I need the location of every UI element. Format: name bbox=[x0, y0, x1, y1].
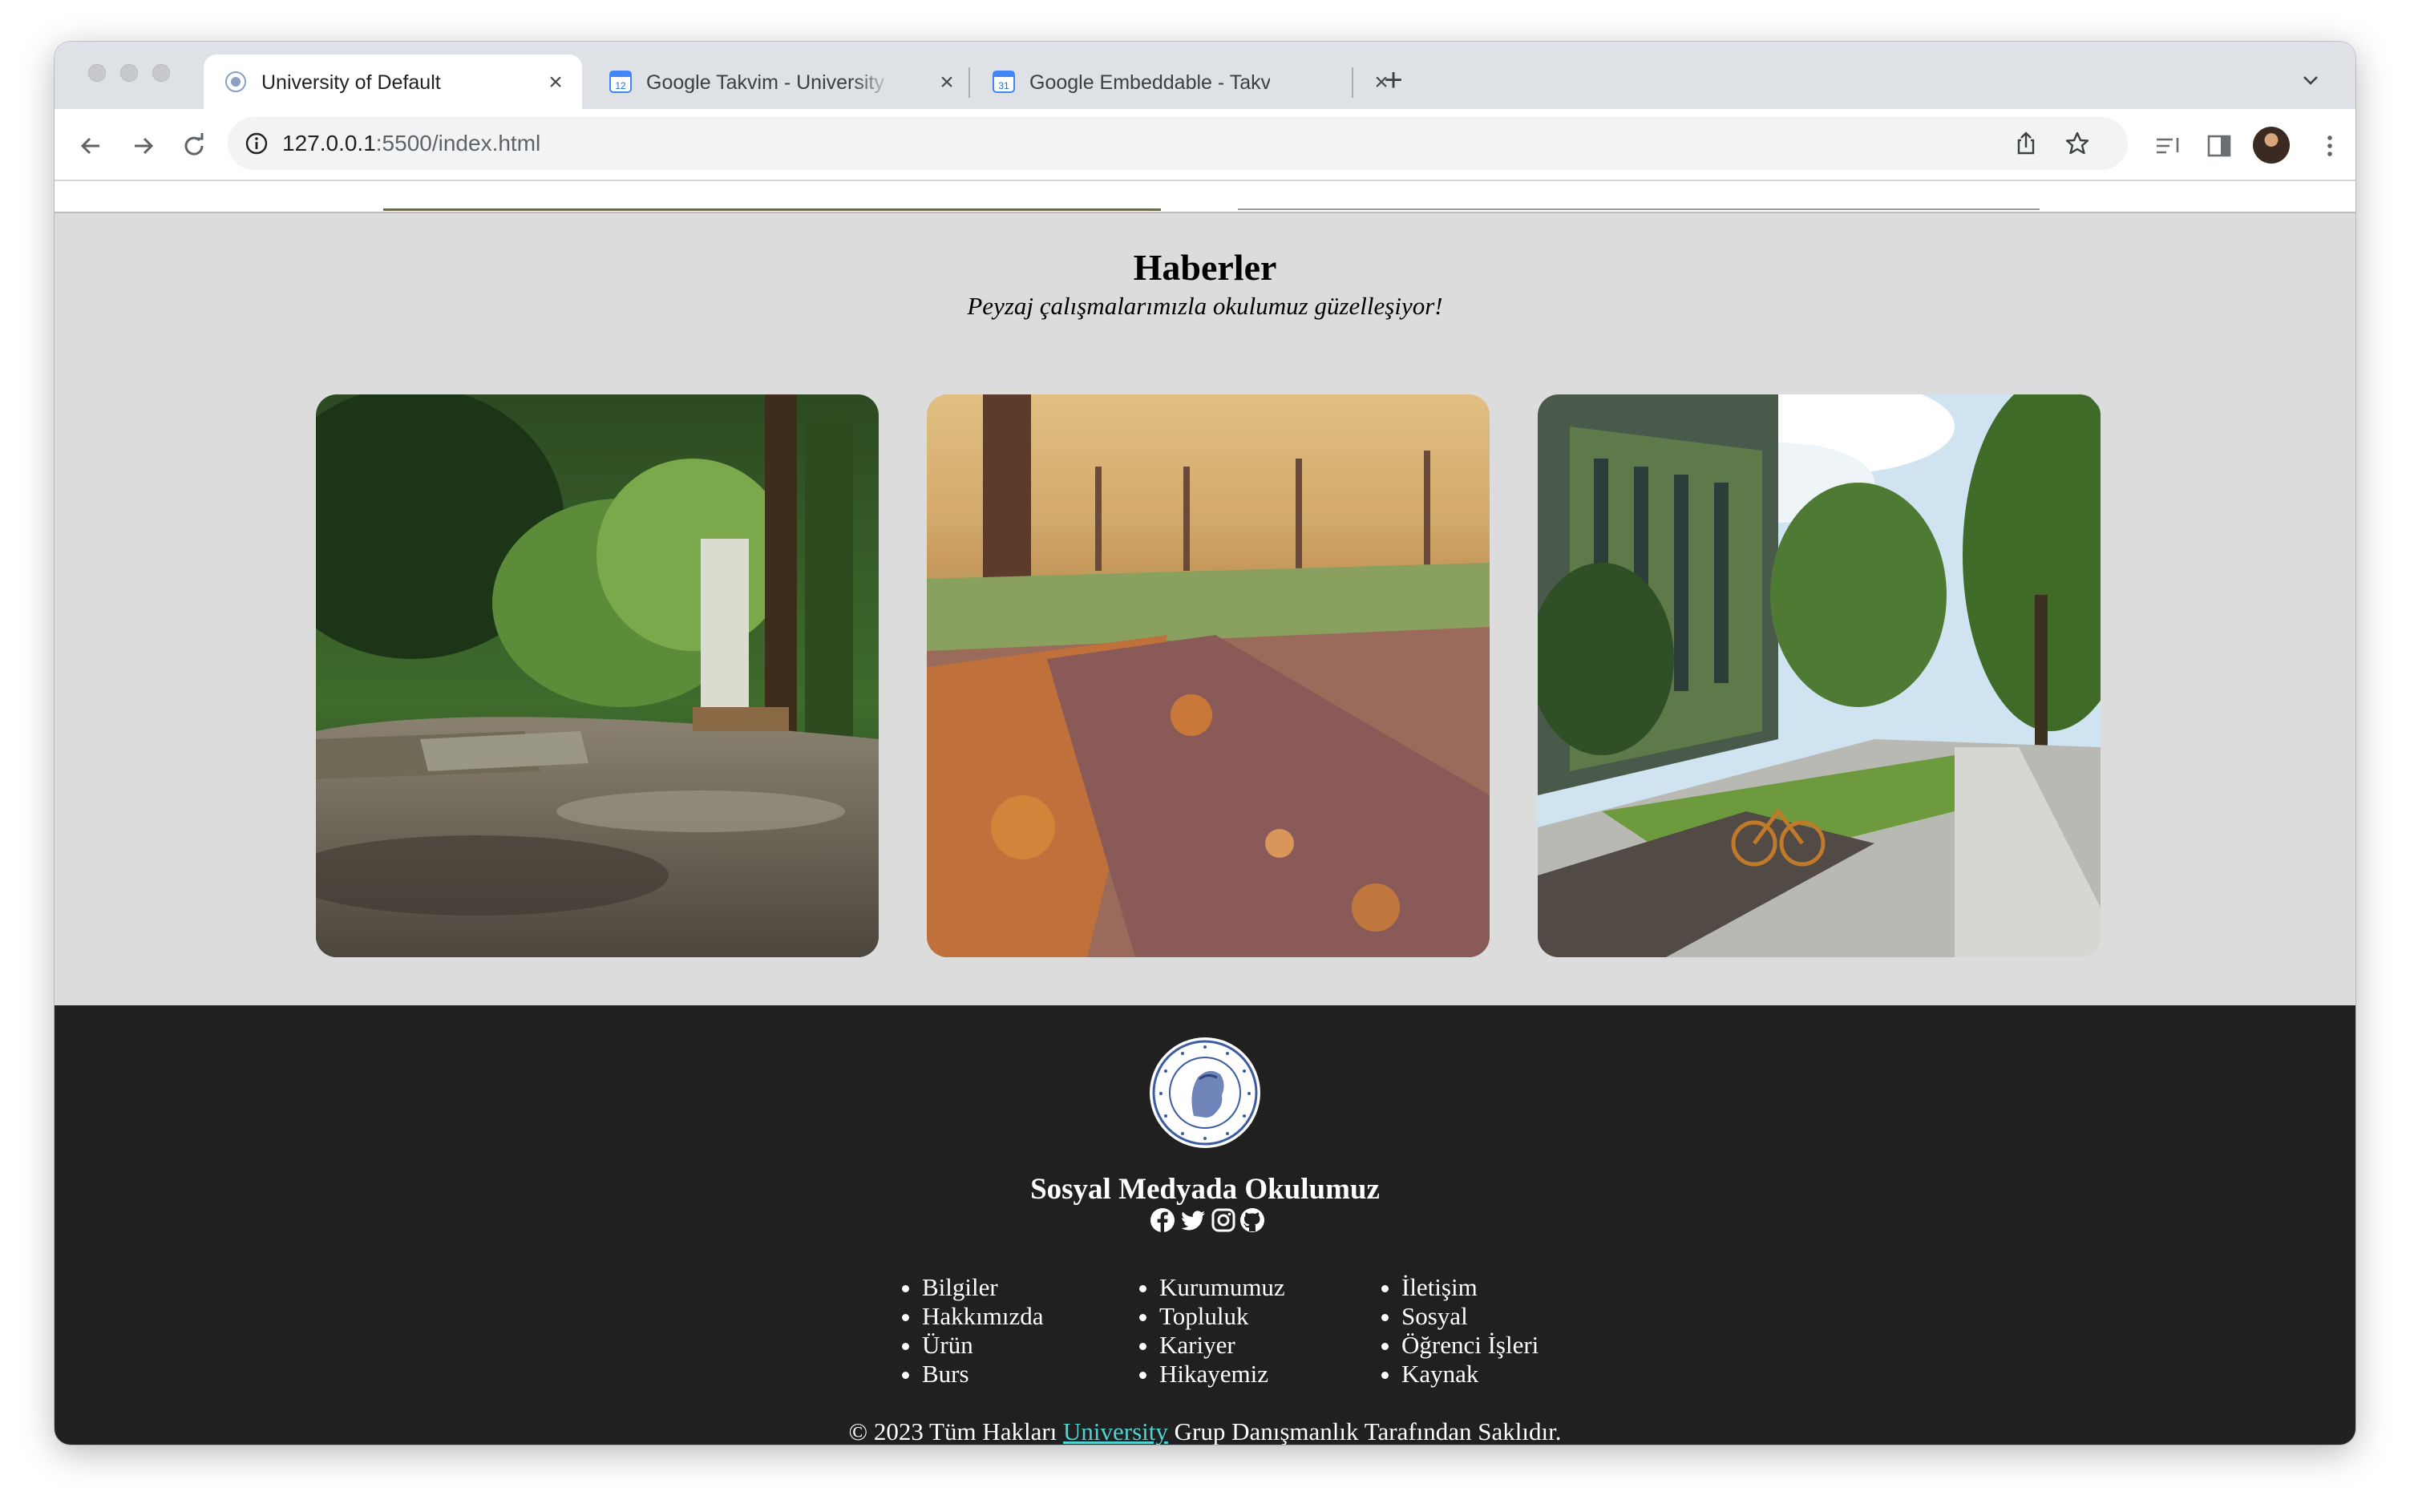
url-text[interactable]: 127.0.0.1:5500/index.html bbox=[282, 131, 540, 156]
footer-link[interactable]: Hakkımızda bbox=[922, 1302, 1044, 1331]
instagram-icon[interactable] bbox=[1211, 1207, 1236, 1233]
footer-links-column-2: Kurumumuz Topluluk Kariyer Hikayemiz bbox=[1132, 1273, 1285, 1389]
info-icon[interactable] bbox=[244, 131, 269, 156]
reload-icon[interactable] bbox=[178, 130, 210, 162]
close-icon[interactable]: × bbox=[936, 71, 957, 95]
close-icon[interactable]: × bbox=[545, 71, 566, 95]
tab-separator bbox=[968, 67, 970, 98]
footer-link[interactable]: Bilgiler bbox=[922, 1273, 1044, 1302]
university-seal-logo bbox=[1150, 1037, 1260, 1148]
footer-link[interactable]: Kurumumuz bbox=[1159, 1273, 1285, 1302]
tab-google-embeddable[interactable]: 31 Google Embeddable - Takvim × bbox=[972, 55, 1389, 109]
tab-strip: University of Default × 12 Google Takvim… bbox=[55, 42, 2355, 109]
copyright-prefix: © 2023 Tüm Hakları bbox=[848, 1417, 1064, 1445]
news-subtitle: Peyzaj çalışmalarımızla okulumuz güzelle… bbox=[967, 292, 1443, 320]
page-content: Haberler Peyzaj çalışmalarımızla okulumu… bbox=[55, 181, 2355, 1445]
facebook-icon[interactable] bbox=[1150, 1207, 1175, 1233]
footer-link[interactable]: İletişim bbox=[1401, 1273, 1539, 1302]
chevron-down-icon[interactable] bbox=[2301, 71, 2320, 90]
footer-link[interactable]: Kariyer bbox=[1159, 1331, 1285, 1360]
news-photo-garden[interactable] bbox=[316, 394, 879, 957]
social-icons bbox=[1146, 1207, 1265, 1236]
new-tab-button[interactable]: + bbox=[1376, 63, 1411, 98]
url-host: 127.0.0.1 bbox=[282, 131, 376, 156]
site-footer: Sosyal Medyada Okulumuz Bilgiler Hakkımı… bbox=[55, 1005, 2355, 1445]
tab-title-fade bbox=[853, 55, 893, 109]
browser-window: University of Default × 12 Google Takvim… bbox=[55, 42, 2355, 1445]
url-path: :5500/index.html bbox=[375, 131, 541, 156]
social-title: Sosyal Medyada Okulumuz bbox=[1030, 1173, 1380, 1206]
svg-text:12: 12 bbox=[615, 80, 626, 91]
tab-separator bbox=[1352, 67, 1353, 98]
footer-link[interactable]: Topluluk bbox=[1159, 1302, 1285, 1331]
tab-title: Google Embeddable - Takvim bbox=[1029, 71, 1270, 94]
news-photo-campus[interactable] bbox=[1538, 394, 2101, 957]
footer-links-column-1: Bilgiler Hakkımızda Ürün Burs bbox=[895, 1273, 1044, 1389]
university-link[interactable]: University bbox=[1063, 1417, 1168, 1445]
footer-link[interactable]: Öğrenci İşleri bbox=[1401, 1331, 1539, 1360]
side-panel-icon[interactable] bbox=[2203, 130, 2235, 162]
reading-list-icon[interactable] bbox=[2152, 130, 2184, 162]
previous-section-divider bbox=[1238, 208, 2040, 210]
news-title: Haberler bbox=[1133, 247, 1277, 288]
tab-google-takvim[interactable]: 12 Google Takvim - University için × bbox=[588, 55, 970, 109]
window-close-dot[interactable] bbox=[88, 64, 106, 82]
svg-text:31: 31 bbox=[998, 80, 1009, 91]
tab-title: Google Takvim - University için bbox=[646, 71, 887, 94]
browser-toolbar: 127.0.0.1:5500/index.html bbox=[55, 109, 2355, 181]
university-favicon bbox=[224, 71, 247, 93]
copyright-text: © 2023 Tüm Hakları University Grup Danış… bbox=[55, 1417, 2355, 1445]
window-zoom-dot[interactable] bbox=[152, 64, 170, 82]
star-icon[interactable] bbox=[2064, 130, 2091, 157]
footer-link[interactable]: Hikayemiz bbox=[1159, 1360, 1285, 1389]
profile-avatar[interactable] bbox=[2253, 127, 2290, 164]
google-calendar-icon: 12 bbox=[609, 71, 632, 93]
previous-section-edge bbox=[55, 181, 2355, 213]
footer-link[interactable]: Sosyal bbox=[1401, 1302, 1539, 1331]
twitter-icon[interactable] bbox=[1180, 1207, 1206, 1233]
google-calendar-icon: 31 bbox=[993, 71, 1015, 93]
window-minimize-dot[interactable] bbox=[120, 64, 138, 82]
github-icon[interactable] bbox=[1239, 1207, 1265, 1233]
footer-links-column-3: İletişim Sosyal Öğrenci İşleri Kaynak bbox=[1374, 1273, 1539, 1389]
copyright-suffix: Grup Danışmanlık Tarafından Saklıdır. bbox=[1167, 1417, 1562, 1445]
tab-university-of-default[interactable]: University of Default × bbox=[204, 55, 582, 109]
footer-link[interactable]: Burs bbox=[922, 1360, 1044, 1389]
forward-arrow-icon[interactable] bbox=[127, 130, 159, 162]
news-photo-autumn-path[interactable] bbox=[927, 394, 1490, 957]
more-vertical-icon[interactable] bbox=[2314, 130, 2346, 162]
tab-title: University of Default bbox=[261, 71, 441, 94]
back-arrow-icon[interactable] bbox=[75, 130, 107, 162]
footer-link[interactable]: Ürün bbox=[922, 1331, 1044, 1360]
footer-link[interactable]: Kaynak bbox=[1401, 1360, 1539, 1389]
share-icon[interactable] bbox=[2012, 130, 2040, 157]
previous-section-divider bbox=[383, 208, 1161, 211]
address-bar[interactable]: 127.0.0.1:5500/index.html bbox=[228, 117, 2128, 170]
